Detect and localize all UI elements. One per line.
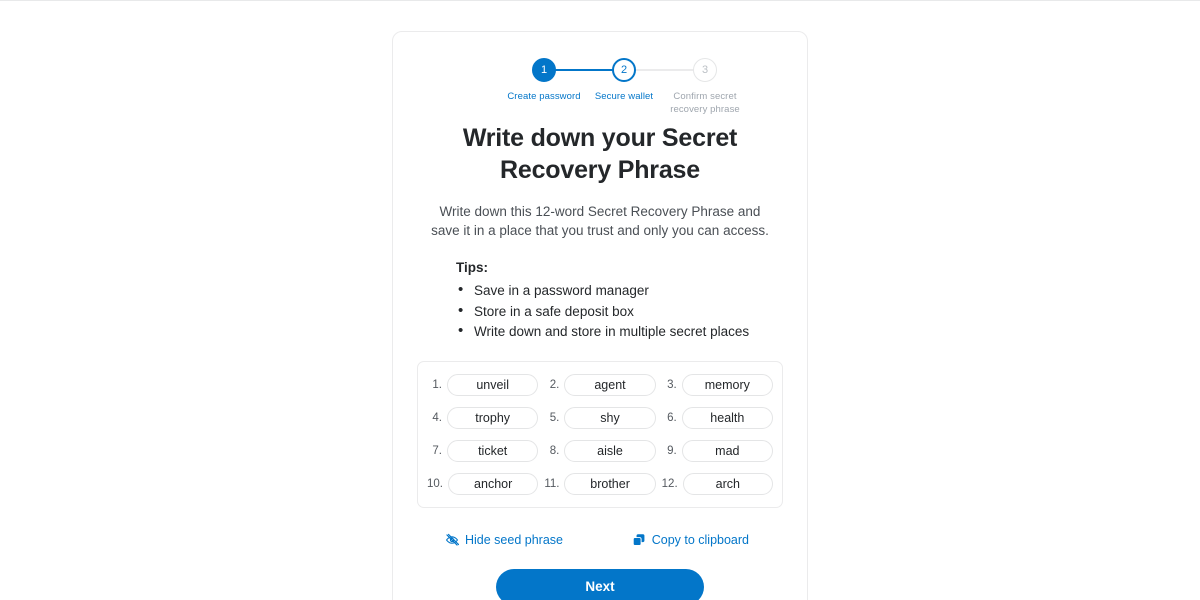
seed-word-value[interactable]: mad	[681, 439, 773, 462]
tips-list: Save in a password manager Store in a sa…	[456, 280, 783, 343]
seed-word-index: 7.	[432, 444, 442, 457]
copy-to-clipboard-link[interactable]: Copy to clipboard	[632, 533, 749, 547]
page-description: Write down this 12-word Secret Recovery …	[431, 204, 769, 238]
seed-word-cell-10[interactable]: 10. anchor	[427, 472, 539, 495]
seed-word-index: 6.	[667, 411, 677, 424]
onboarding-card: 1 Create password 2 Secure wallet 3 Conf…	[392, 31, 808, 600]
seed-word-cell-5[interactable]: 5. shy	[544, 406, 656, 429]
tips-heading: Tips:	[456, 260, 489, 275]
seed-actions: Hide seed phrase Copy to clipboard	[417, 533, 783, 547]
list-item: Store in a safe deposit box	[456, 301, 783, 323]
seed-word-index: 9.	[667, 444, 677, 457]
seed-word-index: 11.	[544, 477, 560, 490]
seed-word-index: 10.	[427, 477, 443, 490]
seed-word-cell-7[interactable]: 7. ticket	[427, 439, 539, 462]
seed-word-value[interactable]: arch	[682, 472, 773, 495]
next-button[interactable]: Next	[496, 568, 704, 600]
seed-word-value[interactable]: shy	[564, 406, 656, 429]
seed-word-cell-8[interactable]: 8. aisle	[544, 439, 656, 462]
seed-phrase-grid: 1. unveil 2. agent 3. memory 4. trophy 5…	[427, 373, 773, 495]
seed-word-value[interactable]: brother	[564, 472, 656, 495]
seed-word-value[interactable]: unveil	[447, 373, 539, 396]
seed-word-index: 8.	[549, 444, 560, 457]
step-3-bubble: 3	[693, 58, 717, 82]
seed-word-value[interactable]: trophy	[447, 406, 539, 429]
seed-word-value[interactable]: ticket	[447, 439, 539, 462]
seed-word-cell-11[interactable]: 11. brother	[544, 472, 656, 495]
step-1-bubble: 1	[532, 58, 556, 82]
seed-word-value[interactable]: memory	[681, 373, 773, 396]
seed-word-value[interactable]: aisle	[564, 439, 656, 462]
seed-word-index: 4.	[432, 411, 442, 424]
seed-word-index: 1.	[432, 378, 442, 391]
stepper-step-confirm-phrase[interactable]: 3 Confirm secret recovery phrase	[657, 54, 753, 116]
step-3-label: Confirm secret recovery phrase	[670, 91, 740, 115]
seed-word-index: 12.	[661, 477, 678, 490]
seed-word-cell-3[interactable]: 3. memory	[662, 373, 773, 396]
eye-slash-icon	[445, 533, 459, 547]
seed-word-cell-1[interactable]: 1. unveil	[427, 373, 539, 396]
seed-word-cell-6[interactable]: 6. health	[662, 406, 773, 429]
seed-word-value[interactable]: anchor	[448, 472, 539, 495]
seed-word-index: 5.	[549, 411, 560, 424]
seed-word-cell-12[interactable]: 12. arch	[661, 472, 773, 495]
seed-word-index: 2.	[549, 378, 560, 391]
hide-seed-phrase-label: Hide seed phrase	[465, 532, 563, 547]
copy-icon	[632, 533, 646, 547]
list-item: Save in a password manager	[456, 280, 783, 302]
progress-stepper: 1 Create password 2 Secure wallet 3 Conf…	[417, 54, 783, 116]
seed-phrase-container: 1. unveil 2. agent 3. memory 4. trophy 5…	[417, 360, 783, 508]
tips-section: Tips: Save in a password manager Store i…	[417, 260, 783, 343]
hide-seed-phrase-link[interactable]: Hide seed phrase	[445, 533, 563, 547]
page-title: Write down your Secret Recovery Phrase	[462, 124, 738, 184]
page-top-divider	[0, 0, 1200, 1]
seed-word-cell-4[interactable]: 4. trophy	[427, 406, 539, 429]
seed-word-cell-9[interactable]: 9. mad	[662, 439, 773, 462]
copy-to-clipboard-label: Copy to clipboard	[651, 532, 749, 547]
step-2-bubble: 2	[612, 58, 636, 82]
list-item: Write down and store in multiple secret …	[456, 321, 783, 343]
seed-word-value[interactable]: agent	[564, 373, 656, 396]
seed-word-value[interactable]: health	[681, 406, 773, 429]
seed-word-index: 3.	[667, 378, 677, 391]
seed-word-cell-2[interactable]: 2. agent	[544, 373, 656, 396]
